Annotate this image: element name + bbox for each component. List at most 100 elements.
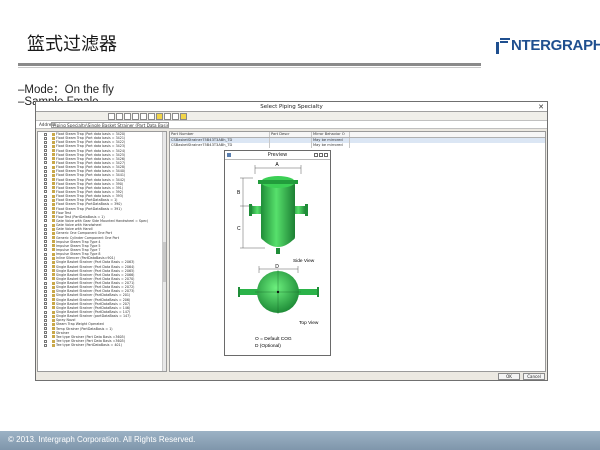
- expand-icon[interactable]: [44, 157, 47, 161]
- column-header-part-descr[interactable]: Part Descr: [270, 132, 312, 137]
- expand-icon[interactable]: [44, 240, 47, 244]
- expand-icon[interactable]: [44, 178, 47, 182]
- expand-icon[interactable]: [44, 169, 47, 173]
- filter-icon[interactable]: [148, 112, 155, 120]
- expand-icon[interactable]: [44, 265, 47, 268]
- expand-icon[interactable]: [44, 236, 47, 240]
- expand-icon[interactable]: [44, 190, 47, 194]
- expand-icon[interactable]: [44, 277, 47, 281]
- expand-icon[interactable]: [44, 231, 47, 235]
- expand-icon[interactable]: [44, 136, 47, 140]
- part-class-icon: [52, 322, 55, 326]
- expand-icon[interactable]: [44, 219, 47, 223]
- expand-icon[interactable]: [44, 285, 47, 289]
- part-class-icon: [52, 318, 55, 322]
- expand-icon[interactable]: [44, 293, 47, 297]
- part-class-icon: [52, 153, 55, 157]
- expand-icon[interactable]: [44, 302, 47, 306]
- minimize-icon[interactable]: [314, 153, 318, 157]
- expand-icon[interactable]: [44, 343, 47, 347]
- expand-icon[interactable]: [44, 335, 47, 339]
- part-class-icon: [52, 132, 55, 136]
- expand-icon[interactable]: [44, 248, 47, 252]
- dialog-toolbar: [36, 112, 547, 121]
- close-icon[interactable]: [324, 153, 328, 157]
- expand-icon[interactable]: [44, 306, 47, 310]
- cancel-button[interactable]: Cancel: [523, 373, 545, 380]
- address-input[interactable]: Piping Specialty\Single Basket Strainer …: [51, 122, 169, 128]
- tree-scrollbar-thumb[interactable]: [163, 242, 166, 282]
- tree-scrollbar[interactable]: [162, 132, 166, 371]
- expand-icon[interactable]: [44, 173, 47, 177]
- expand-icon[interactable]: [44, 273, 47, 277]
- expand-icon[interactable]: [44, 140, 47, 144]
- expand-icon[interactable]: [44, 223, 47, 227]
- top-view-vessel: [238, 270, 319, 314]
- tree-item[interactable]: Tee type Strainer (PartDataBasis = 401): [38, 343, 166, 347]
- part-class-icon: [52, 140, 55, 144]
- preview-titlebar[interactable]: Preview: [225, 151, 330, 160]
- expand-icon[interactable]: [44, 194, 47, 198]
- expand-icon[interactable]: [44, 310, 47, 314]
- expand-icon[interactable]: [44, 153, 47, 157]
- part-class-icon: [52, 331, 55, 335]
- part-class-icon: [52, 190, 55, 194]
- expand-icon[interactable]: [44, 215, 47, 219]
- expand-icon[interactable]: [44, 182, 47, 186]
- expand-icon[interactable]: [44, 202, 47, 206]
- expand-icon[interactable]: [44, 269, 47, 273]
- expand-icon[interactable]: [44, 165, 47, 169]
- expand-icon[interactable]: [44, 327, 47, 331]
- expand-icon[interactable]: [44, 244, 47, 248]
- expand-icon[interactable]: [44, 318, 47, 322]
- expand-icon[interactable]: [44, 281, 47, 285]
- title-divider-thin: [18, 67, 481, 68]
- expand-icon[interactable]: [44, 161, 47, 165]
- expand-icon[interactable]: [44, 298, 47, 302]
- column-header-mirror-behavior[interactable]: Mirror Behavior O: [312, 132, 350, 137]
- details-icon[interactable]: [140, 112, 147, 120]
- part-class-icon: [52, 335, 55, 339]
- expand-icon[interactable]: [44, 260, 47, 264]
- part-class-icon: [52, 277, 55, 281]
- copy-icon[interactable]: [124, 112, 131, 120]
- ok-button[interactable]: OK: [498, 373, 520, 380]
- dimension-d-label: D: [275, 264, 279, 270]
- expand-icon[interactable]: [44, 256, 47, 260]
- part-class-icon: [52, 207, 55, 211]
- dialog-titlebar[interactable]: Select Piping Specialty ✕: [36, 102, 547, 112]
- refresh-icon[interactable]: [156, 112, 163, 120]
- expand-icon[interactable]: [44, 331, 47, 335]
- expand-icon[interactable]: [44, 207, 47, 211]
- close-icon[interactable]: ✕: [538, 102, 544, 112]
- up-icon[interactable]: [116, 112, 123, 120]
- column-header-part-number[interactable]: Part Number: [170, 132, 270, 137]
- slide-title: 篮式过滤器: [27, 34, 117, 55]
- expand-icon[interactable]: [44, 144, 47, 148]
- side-view-vessel: [249, 176, 308, 254]
- search-icon[interactable]: [164, 112, 171, 120]
- expand-icon[interactable]: [44, 186, 47, 190]
- expand-icon[interactable]: [44, 211, 47, 215]
- expand-icon[interactable]: [44, 314, 47, 318]
- expand-icon[interactable]: [44, 289, 47, 293]
- catalog-tree[interactable]: Float Steam Trap (Part data basis = 3420…: [37, 131, 167, 372]
- expand-icon[interactable]: [44, 132, 47, 136]
- part-class-icon: [52, 310, 55, 314]
- expand-icon[interactable]: [44, 227, 47, 231]
- expand-icon[interactable]: [44, 252, 47, 256]
- expand-icon[interactable]: [44, 149, 47, 153]
- maximize-icon[interactable]: [319, 153, 323, 157]
- expand-icon[interactable]: [44, 198, 47, 202]
- part-class-icon: [52, 198, 55, 202]
- part-class-icon: [52, 169, 55, 173]
- expand-icon[interactable]: [44, 322, 47, 326]
- folder-icon[interactable]: [108, 112, 115, 120]
- expand-icon[interactable]: [44, 339, 47, 343]
- table-row[interactable]: CSBasketStrainer75B43T3ABh_TD May be mir…: [170, 143, 545, 148]
- cell-mirror-behavior: May be mirrored: [312, 143, 350, 148]
- part-class-icon: [52, 327, 55, 331]
- help-icon[interactable]: [172, 112, 179, 120]
- funnel-icon[interactable]: [180, 112, 187, 120]
- list-icon[interactable]: [132, 112, 139, 120]
